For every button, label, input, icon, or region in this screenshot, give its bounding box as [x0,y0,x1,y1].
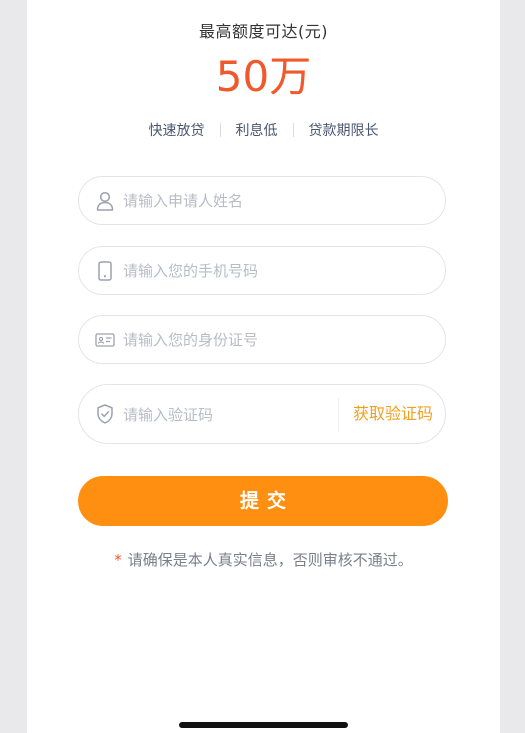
id-card-icon [95,330,115,350]
limit-amount: 50万 [215,52,312,101]
code-divider [338,398,339,432]
feature-long-term: 贷款期限长 [308,123,379,139]
id-number-field[interactable]: 请输入您的身份证号 [78,315,446,364]
shield-check-icon [95,404,115,424]
home-indicator [179,722,348,728]
id-number-placeholder: 请输入您的身份证号 [123,331,259,349]
feature-fast-loan: 快速放贷 [148,123,205,139]
user-icon [95,191,115,211]
phone-field[interactable]: 请输入您的手机号码 [78,246,446,295]
get-code-button[interactable]: 获取验证码 [353,385,433,443]
notice-star: * [114,551,122,569]
phone-icon [95,260,115,281]
limit-label: 最高额度可达(元) [199,22,328,41]
feature-divider [219,123,221,137]
phone-placeholder: 请输入您的手机号码 [123,262,259,280]
feature-divider [292,123,294,137]
submit-button[interactable]: 提交 [78,476,448,526]
notice-text: 请确保是本人真实信息，否则审核不通过。 [127,551,413,569]
verification-code-placeholder: 请输入验证码 [123,405,214,424]
form-card: 最高额度可达(元) 50万 快速放贷 利息低 贷款期限长 请输入申请人姓名 请输… [27,0,500,733]
name-placeholder: 请输入申请人姓名 [123,192,244,210]
verification-code-field[interactable]: 请输入验证码 获取验证码 [78,384,446,444]
feature-list: 快速放贷 利息低 贷款期限长 [27,120,500,140]
name-field[interactable]: 请输入申请人姓名 [78,176,446,225]
notice: * 请确保是本人真实信息，否则审核不通过。 [27,549,500,570]
feature-low-interest: 利息低 [235,123,278,139]
